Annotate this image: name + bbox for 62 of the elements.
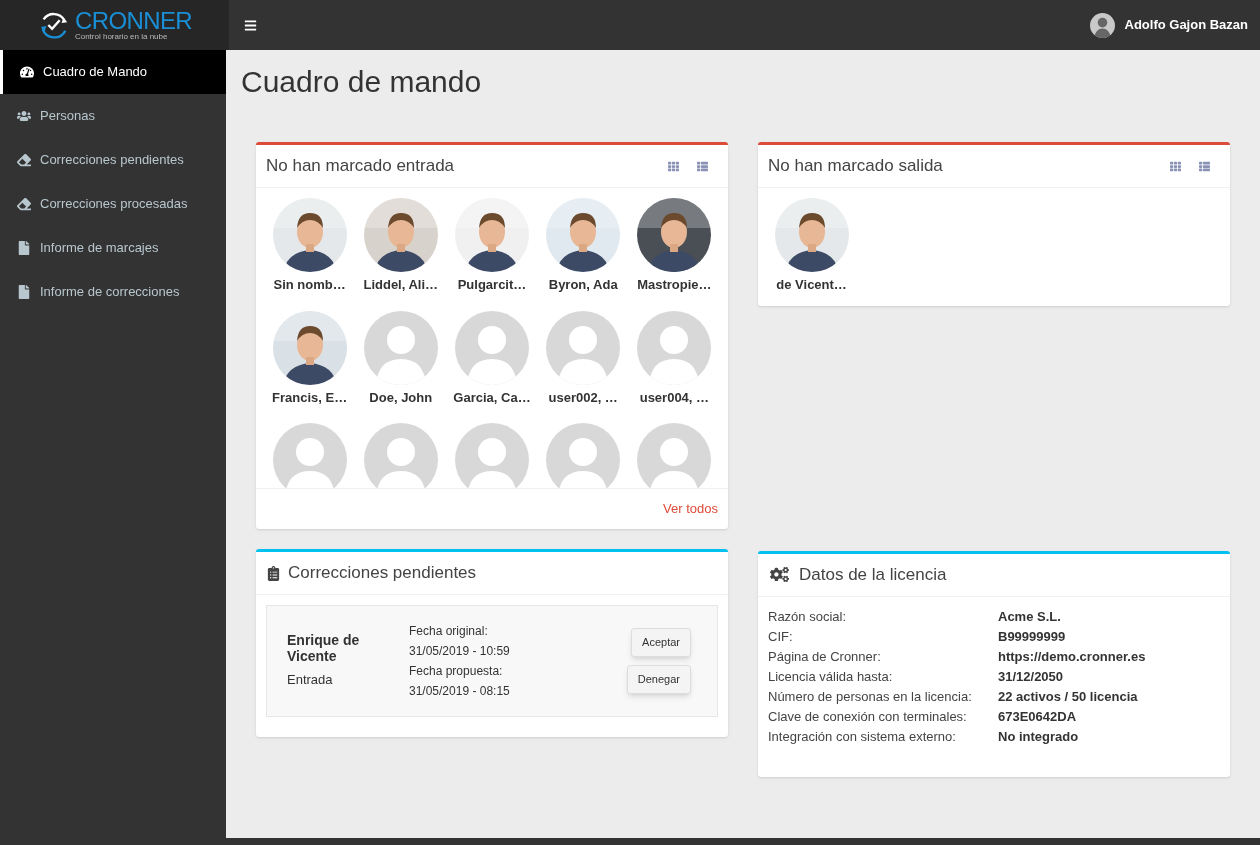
license-value: 22 activos / 50 licencia xyxy=(998,687,1138,706)
license-label: CIF: xyxy=(768,627,794,646)
user-name[interactable]: Adolfo Gajon Bazan xyxy=(1124,15,1248,35)
gears-icon xyxy=(770,565,789,584)
menu-icon[interactable] xyxy=(244,18,257,32)
sidebar-item[interactable]: Cuadro de Mando xyxy=(0,50,226,94)
license-label: Número de personas en la licencia: xyxy=(768,687,973,706)
accept-button[interactable]: Aceptar xyxy=(631,628,691,657)
grid-view-icon[interactable] xyxy=(1170,160,1181,172)
license-label: Licencia válida hasta: xyxy=(768,667,894,686)
card-title: No han marcado entrada xyxy=(266,155,456,178)
deny-button[interactable]: Denegar xyxy=(626,665,691,694)
view-all-link[interactable]: Ver todos xyxy=(663,499,718,519)
sidebar-item[interactable]: Personas xyxy=(0,94,226,138)
sidebar-item[interactable]: Informe de correcciones xyxy=(0,270,226,314)
person-name[interactable]: user004, … xyxy=(639,387,710,407)
person-name[interactable]: Liddel, Ali… xyxy=(363,275,439,295)
sidebar-item[interactable]: Correcciones procesadas xyxy=(0,182,226,226)
person-name[interactable]: user002, … xyxy=(548,387,618,407)
clipboard-icon xyxy=(266,565,281,581)
license-value: https://demo.cronner.es xyxy=(998,647,1146,666)
card-title: No han marcado salida xyxy=(768,155,944,178)
date-value: 31/05/2019 - 08:15 xyxy=(409,683,511,700)
license-label: Integración con sistema externo: xyxy=(768,727,957,746)
person-name[interactable]: Sin nomb… xyxy=(273,275,346,295)
license-value: 673E0642DA xyxy=(998,707,1077,726)
eraser-icon xyxy=(17,153,31,167)
license-label: Página de Cronner: xyxy=(768,647,882,666)
license-label: Clave de conexión con terminales: xyxy=(768,707,968,726)
list-view-icon[interactable] xyxy=(697,160,708,172)
card-title: Datos de la licencia xyxy=(799,563,948,586)
correction-type: Entrada xyxy=(287,671,334,690)
person-name[interactable]: Pulgarcit… xyxy=(457,275,527,295)
eraser-icon xyxy=(17,197,31,211)
page-title: Cuadro de mando xyxy=(241,64,483,100)
date-label: Fecha propuesta: xyxy=(409,663,504,680)
sidebar-item[interactable]: Informe de marcajes xyxy=(0,226,226,270)
person-name[interactable]: Doe, John xyxy=(369,387,433,407)
grid-view-icon[interactable] xyxy=(668,160,679,172)
file-icon xyxy=(17,285,31,299)
license-value: 31/12/2050 xyxy=(998,667,1064,686)
license-value: Acme S.L. xyxy=(998,607,1061,626)
person-name: Enrique de Vicente xyxy=(287,632,361,665)
license-value: B99999999 xyxy=(998,627,1066,646)
license-value: No integrado xyxy=(998,727,1079,746)
person-name[interactable]: Francis, E… xyxy=(272,387,348,407)
person-name[interactable]: Byron, Ada xyxy=(548,275,618,295)
users-icon xyxy=(17,109,31,123)
person-name[interactable]: Garcia, Ca… xyxy=(453,387,531,407)
date-label: Fecha original: xyxy=(409,623,489,640)
license-label: Razón social: xyxy=(768,607,848,626)
list-view-icon[interactable] xyxy=(1199,160,1210,172)
logo-name: CRONNER xyxy=(74,9,193,33)
card-title: Correcciones pendientes xyxy=(288,562,478,585)
person-name[interactable]: de Vicent… xyxy=(776,275,847,295)
date-value: 31/05/2019 - 10:59 xyxy=(409,643,511,660)
file-icon xyxy=(17,241,31,255)
person-name[interactable]: Mastropie… xyxy=(637,275,712,295)
logo-tagline: Control horario en la nube xyxy=(74,33,169,41)
dashboard-icon xyxy=(20,65,34,79)
sidebar-item[interactable]: Correcciones pendientes xyxy=(0,138,226,182)
user-avatar-icon[interactable] xyxy=(1089,12,1115,38)
